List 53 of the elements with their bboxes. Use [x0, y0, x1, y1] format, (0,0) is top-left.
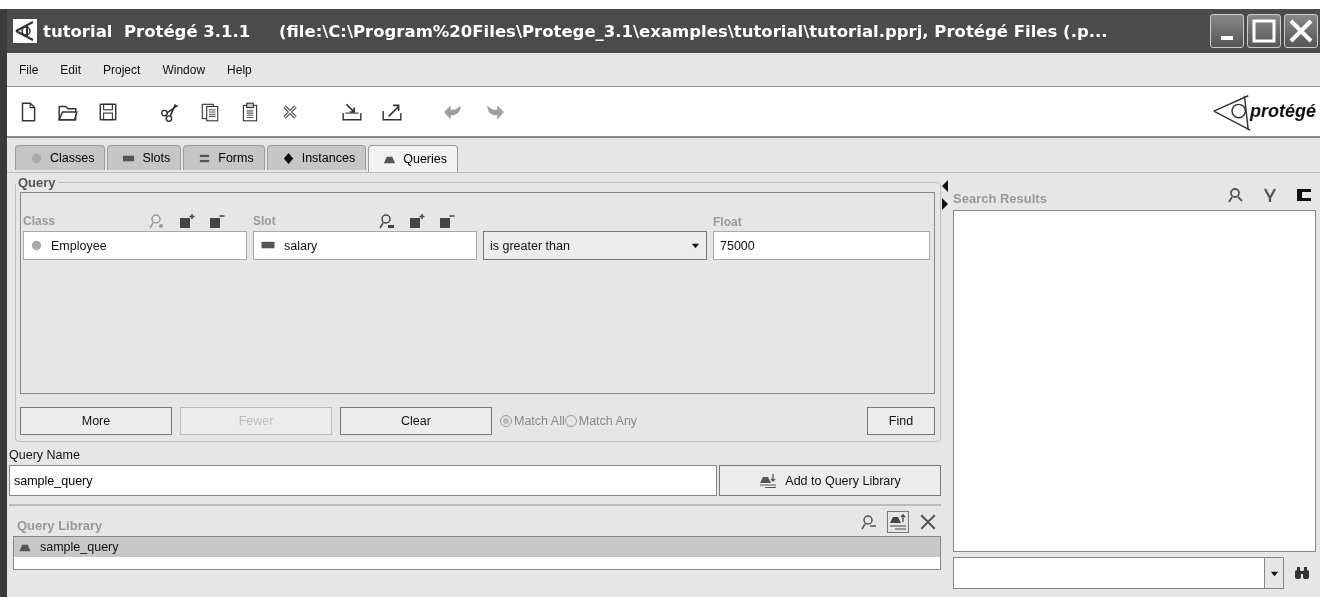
tab[interactable]: Queries: [368, 145, 458, 172]
app-icon[interactable]: [13, 19, 37, 43]
remove-icon[interactable]: [439, 213, 455, 229]
add-to-library-icon: [759, 472, 778, 489]
list-item[interactable]: sample_query: [14, 537, 940, 557]
caret-icon: [691, 241, 700, 250]
minimize-icon: [1221, 36, 1233, 40]
query-name-field[interactable]: sample_query: [9, 465, 717, 496]
menu-item[interactable]: Help: [227, 62, 252, 77]
panel-title: Query: [17, 175, 57, 190]
tab[interactable]: Instances: [266, 145, 367, 170]
branch-icon[interactable]: [1262, 187, 1278, 203]
diamond-icon: [281, 151, 295, 165]
menu-item[interactable]: File: [19, 62, 39, 77]
remove-icon[interactable]: [209, 213, 225, 229]
maximize-button[interactable]: [1247, 14, 1281, 48]
tab[interactable]: Forms: [183, 145, 265, 170]
delete-icon[interactable]: [919, 513, 937, 531]
column-header: Float: [713, 215, 742, 229]
field-label: Query Name: [9, 448, 81, 462]
operator-dropdown[interactable]: is greater than: [483, 231, 707, 260]
add-icon[interactable]: [179, 213, 195, 229]
find-button[interactable]: Find: [867, 407, 935, 435]
binoculars-icon[interactable]: [1294, 565, 1310, 581]
library-icon[interactable]: [887, 511, 909, 533]
circle-icon: [30, 239, 43, 252]
minimize-button[interactable]: [1210, 14, 1244, 48]
window-title: tutorial Protégé 3.1.1 (file:\C:\Program%20Files\Protege_3.1\examples\tutorial\tutorial.pprj, Protégé Files (.p...: [43, 21, 1109, 41]
add-icon[interactable]: [409, 213, 425, 229]
panel-icon[interactable]: [1296, 187, 1312, 203]
query-button[interactable]: More: [20, 407, 172, 435]
menu-item[interactable]: Project: [103, 62, 141, 77]
splitter-arrows-icon[interactable]: [941, 178, 949, 212]
panel-title: Query Library: [17, 516, 103, 533]
search-icon[interactable]: [379, 213, 395, 229]
search-combo-box[interactable]: [953, 557, 1284, 589]
search-icon[interactable]: [1228, 187, 1244, 203]
value-field[interactable]: 75000: [713, 231, 930, 260]
column-header: Slot: [253, 214, 276, 228]
slot-field[interactable]: salary: [253, 231, 477, 260]
column-header: Class: [23, 214, 56, 228]
close-button[interactable]: [1284, 14, 1318, 48]
tab[interactable]: Slots: [107, 145, 182, 170]
add-to-library-button[interactable]: Add to Query Library: [719, 465, 941, 496]
class-field[interactable]: Employee: [23, 231, 247, 260]
logo-text: protégé: [1250, 101, 1317, 122]
menu-item[interactable]: Edit: [60, 62, 82, 77]
query-button[interactable]: Clear: [340, 407, 492, 435]
panel-title: Search Results: [953, 189, 1047, 206]
search-icon[interactable]: [861, 514, 877, 530]
tab[interactable]: Classes: [15, 145, 106, 170]
circle-icon: [30, 151, 43, 165]
menu-item[interactable]: Window: [162, 62, 206, 77]
